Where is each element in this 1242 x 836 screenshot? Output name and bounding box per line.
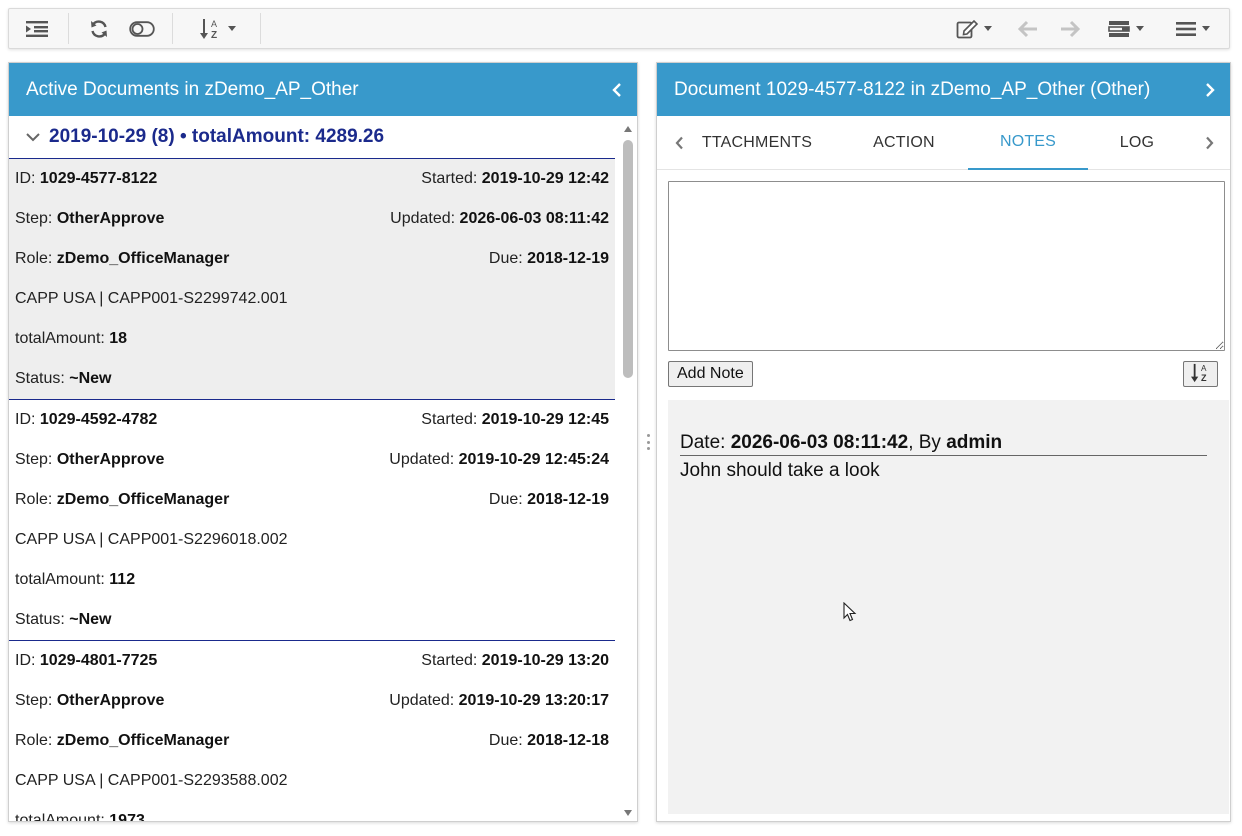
record-started: Started: 2019-10-29 13:20	[421, 652, 609, 669]
tab-notes[interactable]: NOTES	[968, 116, 1088, 170]
layout-dropdown-button[interactable]	[1099, 9, 1153, 48]
tab-action[interactable]: ACTION	[853, 116, 955, 170]
left-panel-header: Active Documents in zDemo_AP_Other	[9, 63, 637, 116]
record-vendor: CAPP USA | CAPP001-S2293588.002	[15, 772, 288, 789]
refresh-icon	[89, 19, 109, 39]
chevron-left-icon	[675, 136, 683, 150]
record-amount: totalAmount: 1973	[15, 812, 145, 822]
mouse-cursor-icon	[843, 601, 857, 627]
document-row[interactable]: ID: 1029-4577-8122 Started: 2019-10-29 1…	[9, 159, 615, 400]
menu-icon	[1176, 21, 1196, 37]
document-detail-panel: Document 1029-4577-8122 in zDemo_AP_Othe…	[656, 62, 1231, 822]
record-id: ID: 1029-4801-7725	[15, 652, 158, 669]
record-step: Step: OtherApprove	[15, 210, 165, 227]
record-amount: totalAmount: 18	[15, 330, 128, 347]
list-scrollbar[interactable]	[619, 116, 637, 821]
svg-text:A: A	[1201, 364, 1207, 373]
collapse-left-button[interactable]	[603, 80, 623, 100]
expand-right-button[interactable]	[1196, 80, 1216, 100]
sort-dropdown-button[interactable]: AZ	[191, 9, 245, 48]
record-updated: Updated: 2019-10-29 13:20:17	[389, 692, 609, 709]
date-group-header[interactable]: 2019-10-29 (8) • totalAmount: 4289.26	[9, 116, 615, 159]
record-id: ID: 1029-4592-4782	[15, 411, 158, 428]
svg-text:Z: Z	[211, 30, 217, 40]
note-textarea[interactable]	[668, 181, 1225, 351]
sort-az-icon: AZ	[200, 18, 222, 40]
arrow-left-icon	[1018, 20, 1038, 38]
record-role: Role: zDemo_OfficeManager	[15, 250, 230, 267]
chevron-right-icon	[1206, 83, 1215, 97]
record-status: Status: ~New	[15, 370, 112, 387]
chevron-right-icon	[1205, 136, 1213, 150]
right-panel-title: Document 1029-4577-8122 in zDemo_AP_Othe…	[674, 78, 1151, 100]
record-started: Started: 2019-10-29 12:45	[421, 411, 609, 428]
tab-attachments[interactable]: TTACHMENTS	[697, 116, 817, 170]
document-row[interactable]: ID: 1029-4801-7725 Started: 2019-10-29 1…	[9, 641, 615, 822]
record-step: Step: OtherApprove	[15, 451, 165, 468]
edit-dropdown-button[interactable]	[947, 9, 1001, 48]
left-panel-title: Active Documents in zDemo_AP_Other	[26, 78, 359, 100]
right-panel-header: Document 1029-4577-8122 in zDemo_AP_Othe…	[657, 63, 1230, 116]
chevron-down-icon	[1202, 26, 1210, 31]
svg-text:A: A	[211, 19, 217, 29]
document-row[interactable]: ID: 1029-4592-4782 Started: 2019-10-29 1…	[9, 400, 615, 641]
toolbar-separator	[260, 13, 261, 44]
chevron-down-icon	[1136, 26, 1144, 31]
sort-az-icon: AZ	[1190, 363, 1211, 386]
record-due: Due: 2018-12-18	[488, 732, 609, 749]
layout-icon	[1108, 20, 1130, 38]
edit-icon	[956, 19, 978, 39]
record-updated: Updated: 2026-06-03 08:11:42	[390, 210, 609, 227]
record-vendor: CAPP USA | CAPP001-S2296018.002	[15, 531, 288, 548]
scroll-down-icon[interactable]	[624, 810, 632, 816]
next-button[interactable]	[1057, 9, 1083, 48]
record-role: Role: zDemo_OfficeManager	[15, 491, 230, 508]
note-text: John should take a look	[680, 460, 880, 481]
svg-text:Z: Z	[1201, 373, 1207, 383]
refresh-button[interactable]	[87, 9, 111, 48]
chevron-left-icon	[612, 83, 621, 97]
scroll-thumb[interactable]	[623, 140, 633, 378]
group-label: 2019-10-29 (8) • totalAmount: 4289.26	[49, 126, 385, 147]
record-amount: totalAmount: 112	[15, 571, 136, 588]
toggle-button[interactable]	[127, 9, 157, 48]
record-id: ID: 1029-4577-8122	[15, 170, 158, 187]
toolbar-separator	[68, 13, 69, 44]
record-step: Step: OtherApprove	[15, 692, 165, 709]
document-list: 2019-10-29 (8) • totalAmount: 4289.26 ID…	[9, 116, 621, 822]
record-status: Status: ~New	[15, 611, 112, 628]
chevron-down-icon	[984, 26, 992, 31]
chevron-down-icon	[228, 26, 236, 31]
record-due: Due: 2018-12-19	[488, 250, 609, 267]
record-vendor: CAPP USA | CAPP001-S2299742.001	[15, 290, 288, 307]
previous-button[interactable]	[1015, 9, 1041, 48]
record-updated: Updated: 2019-10-29 12:45:24	[389, 451, 609, 468]
sort-notes-button[interactable]: AZ	[1183, 361, 1218, 387]
detail-tabs: TTACHMENTS ACTION NOTES LOG	[657, 116, 1230, 170]
tabs-scroll-left[interactable]	[665, 116, 693, 170]
toolbar-separator	[172, 13, 173, 44]
tabs-scroll-right[interactable]	[1195, 116, 1223, 170]
record-role: Role: zDemo_OfficeManager	[15, 732, 230, 749]
notes-list: Date: 2026-06-03 08:11:42, By admin John…	[668, 400, 1229, 814]
note-header: Date: 2026-06-03 08:11:42, By admin	[680, 432, 1207, 456]
chevron-down-icon	[25, 132, 41, 142]
scroll-up-icon[interactable]	[624, 126, 632, 132]
main-toolbar: AZ	[8, 8, 1230, 49]
outdent-icon	[25, 20, 49, 38]
panel-splitter[interactable]	[645, 434, 651, 450]
menu-dropdown-button[interactable]	[1167, 9, 1219, 48]
record-due: Due: 2018-12-19	[488, 491, 609, 508]
outdent-button[interactable]	[21, 9, 53, 48]
toggle-icon	[129, 20, 155, 37]
tab-log[interactable]: LOG	[1101, 116, 1173, 170]
record-started: Started: 2019-10-29 12:42	[421, 170, 609, 187]
arrow-right-icon	[1060, 20, 1080, 38]
active-documents-panel: Active Documents in zDemo_AP_Other 2019-…	[8, 62, 638, 822]
add-note-button[interactable]: Add Note	[668, 361, 753, 387]
